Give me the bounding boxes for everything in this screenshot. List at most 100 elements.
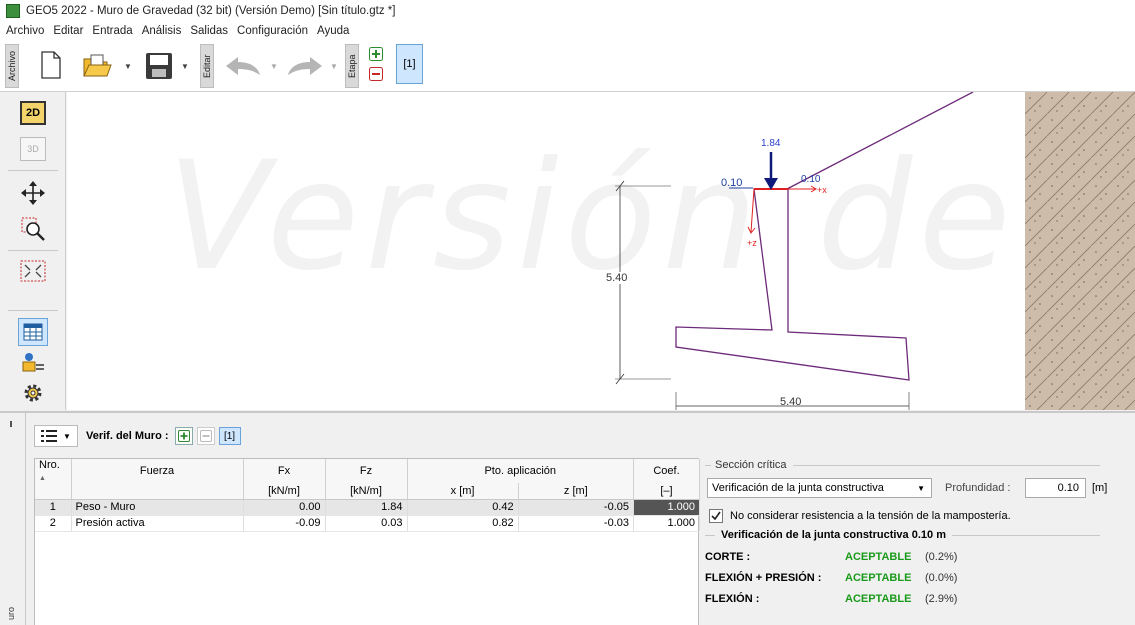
- chevron-down-icon: ▼: [917, 483, 925, 493]
- menu-editar[interactable]: Editar: [53, 25, 83, 37]
- main-toolbar: Archivo ▼ ▼ Editar ▼ ▼ Etapa [1]: [0, 40, 1135, 92]
- minus-icon: [369, 67, 383, 81]
- z-axis: [750, 188, 755, 233]
- table-row[interactable]: 1 Peso - Muro 0.00 1.84 0.42 -0.05 1.000: [35, 499, 700, 516]
- height-dimension-label: 5.40: [606, 272, 628, 284]
- remove-stage-button[interactable]: [368, 66, 384, 82]
- bottom-panel: uro ▼ Verif. del Muro : [1] Nro. ▲ Fuerz…: [0, 411, 1135, 625]
- right-offset-label: 0.10: [801, 174, 821, 185]
- tension-checkbox[interactable]: [709, 509, 723, 523]
- wall-outline: [675, 188, 910, 381]
- view-3d-button[interactable]: 3D: [10, 134, 56, 164]
- fz-unit: [kN/m]: [325, 483, 408, 500]
- left-offset-label: 0.10: [721, 177, 743, 189]
- styles-icon: [22, 353, 44, 372]
- tension-checkbox-label: No considerar resistencia a la tensión d…: [730, 510, 1011, 522]
- table-icon: [23, 323, 43, 341]
- zoom-magnifier-icon: [21, 217, 45, 241]
- plus-icon: [177, 430, 190, 442]
- table-view-button[interactable]: [10, 317, 56, 347]
- depth-input[interactable]: 0.10: [1025, 478, 1086, 498]
- zoom-button[interactable]: [10, 214, 56, 244]
- drawing-canvas[interactable]: Versión de 1.84 0.10 0.10 +x +z 5.40 5.4…: [67, 92, 1135, 410]
- col-coef[interactable]: Coef.: [633, 459, 700, 483]
- redo-dropdown-icon[interactable]: ▼: [330, 62, 338, 71]
- menu-analisis[interactable]: Análisis: [142, 25, 182, 37]
- add-verification-button[interactable]: [174, 427, 193, 445]
- result-row-corte: CORTE : ACEPTABLE (0.2%): [705, 551, 958, 563]
- save-button[interactable]: [144, 51, 174, 81]
- result-row-flexion-presion: FLEXIÓN + PRESIÓN : ACEPTABLE (0.0%): [705, 572, 958, 584]
- col-fuerza[interactable]: Fuerza: [71, 459, 244, 483]
- menu-ayuda[interactable]: Ayuda: [317, 25, 349, 37]
- minus-icon: [199, 430, 212, 442]
- depth-unit: [m]: [1092, 482, 1108, 494]
- zoom-extents-button[interactable]: [10, 256, 56, 286]
- col-nro[interactable]: Nro. ▲: [35, 459, 72, 483]
- fx-unit: [kN/m]: [243, 483, 326, 500]
- wall-drawing: [615, 92, 974, 410]
- stage-1-button[interactable]: [1]: [396, 44, 423, 84]
- app-window: GEO5 2022 - Muro de Gravedad (32 bit) (V…: [0, 0, 1135, 625]
- remove-verification-button[interactable]: [196, 427, 215, 445]
- critical-section-title: Sección crítica: [715, 459, 787, 471]
- force-value-label: 1.84: [761, 138, 781, 149]
- width-dimension-label: 5.40: [780, 396, 802, 408]
- coef-cell[interactable]: 1.000: [633, 515, 700, 532]
- coef-unit: [–]: [633, 483, 700, 500]
- col-pto-aplicacion[interactable]: Pto. aplicación: [407, 459, 634, 483]
- view-2d-label: 2D: [20, 101, 46, 125]
- save-disk-icon: [146, 53, 172, 79]
- undo-icon: [226, 57, 260, 75]
- col-fx[interactable]: Fx: [243, 459, 326, 483]
- result-row-flexion: FLEXIÓN : ACEPTABLE (2.9%): [705, 593, 958, 605]
- plus-icon: [369, 47, 383, 61]
- new-file-button[interactable]: [38, 50, 64, 80]
- menu-bar: Archivo Editar Entrada Análisis Salidas …: [0, 22, 1135, 40]
- depth-label: Profundidad :: [945, 482, 1011, 494]
- critical-section-header: Sección crítica: [705, 458, 1100, 472]
- window-title: GEO5 2022 - Muro de Gravedad (32 bit) (V…: [26, 5, 396, 17]
- verification-type-select[interactable]: Verificación de la junta constructiva ▼: [707, 478, 932, 498]
- undo-button[interactable]: [222, 54, 266, 78]
- redo-button[interactable]: [282, 54, 326, 78]
- add-stage-button[interactable]: [368, 46, 384, 62]
- menu-entrada[interactable]: Entrada: [92, 25, 132, 37]
- view-2d-button[interactable]: 2D: [10, 98, 56, 128]
- view-toolbar: 2D 3D: [0, 92, 66, 410]
- styles-button[interactable]: [10, 347, 56, 377]
- open-folder-icon: [83, 54, 112, 77]
- table-row[interactable]: 2 Presión activa -0.09 0.03 0.82 -0.03 1…: [35, 515, 700, 532]
- save-dropdown-icon[interactable]: ▼: [181, 62, 189, 71]
- frame-side-label: uro: [6, 607, 16, 621]
- menu-configuracion[interactable]: Configuración: [237, 25, 308, 37]
- separator: [8, 250, 58, 251]
- x-axis-label: +x: [817, 185, 827, 195]
- status-badge: ACEPTABLE: [845, 551, 912, 563]
- redo-icon: [288, 57, 322, 75]
- x-unit: x [m]: [407, 483, 519, 500]
- separator: [8, 310, 58, 311]
- undo-dropdown-icon[interactable]: ▼: [270, 62, 278, 71]
- verification-toolbar: ▼ Verif. del Muro : [1]: [34, 423, 245, 449]
- forces-table: Nro. ▲ Fuerza Fx Fz Pto. aplicación Coef…: [34, 458, 700, 625]
- critical-section-panel: Sección crítica Verificación de la junta…: [705, 458, 1130, 625]
- col-fz[interactable]: Fz: [325, 459, 408, 483]
- menu-archivo[interactable]: Archivo: [6, 25, 44, 37]
- verification-result-header: Verificación de la junta constructiva 0.…: [705, 528, 1100, 542]
- list-menu-button[interactable]: ▼: [34, 425, 78, 447]
- menu-salidas[interactable]: Salidas: [190, 25, 228, 37]
- z-unit: z [m]: [518, 483, 635, 500]
- gear-icon: [24, 384, 42, 402]
- open-file-button[interactable]: [80, 52, 114, 80]
- pan-button[interactable]: [10, 178, 56, 208]
- select-value: Verificación de la junta constructiva: [712, 482, 884, 494]
- editar-group-label: Editar: [200, 44, 214, 88]
- coef-cell[interactable]: 1.000: [633, 499, 700, 516]
- settings-button[interactable]: [10, 378, 56, 408]
- open-dropdown-icon[interactable]: ▼: [124, 62, 132, 71]
- z-axis-label: +z: [747, 238, 757, 248]
- app-icon: [6, 4, 20, 18]
- verification-stage-1-button[interactable]: [1]: [218, 427, 241, 445]
- strip-marker: [10, 421, 12, 427]
